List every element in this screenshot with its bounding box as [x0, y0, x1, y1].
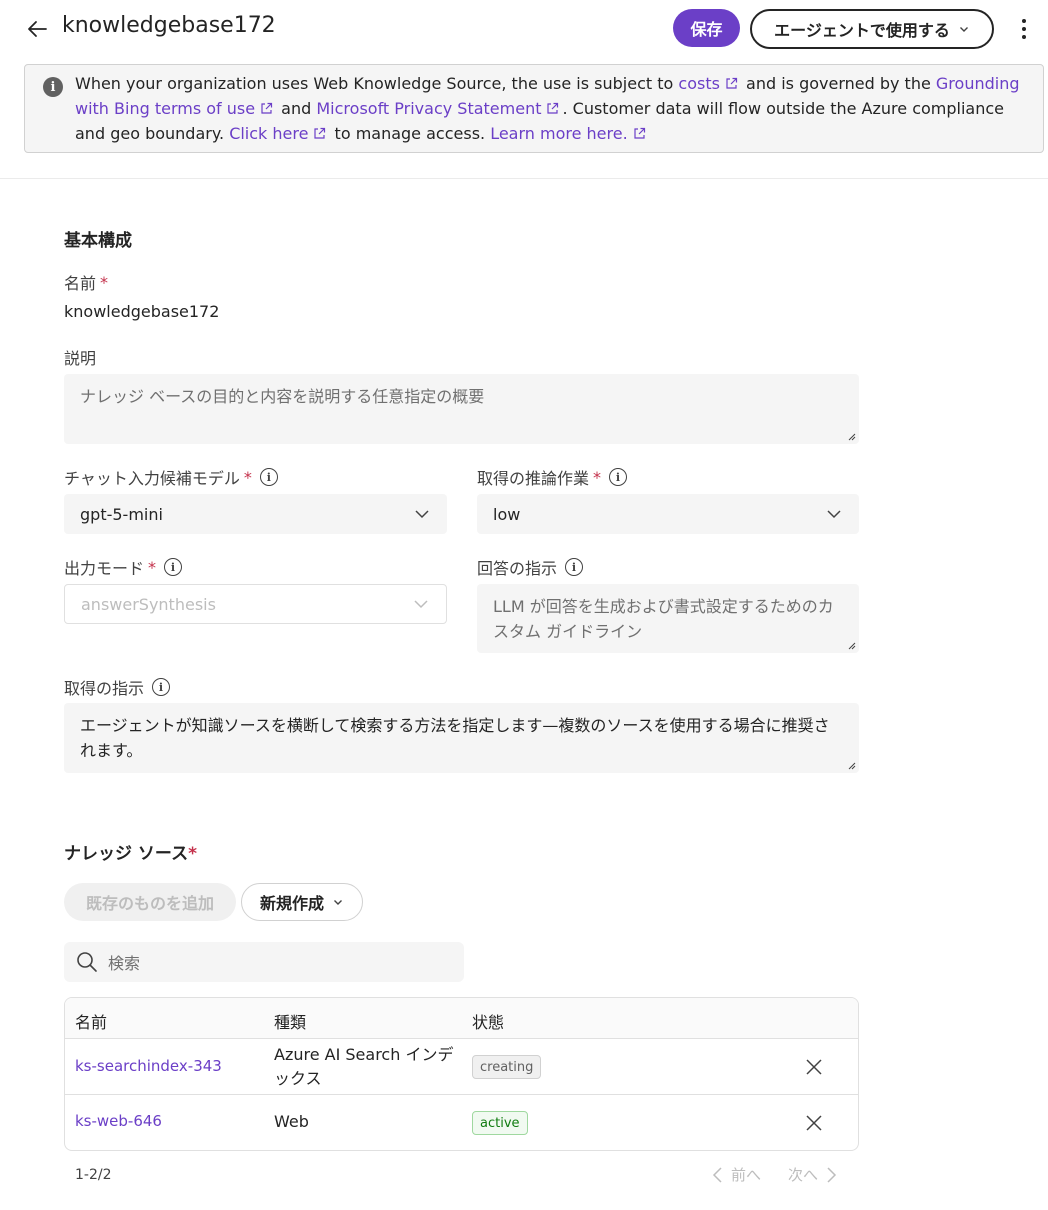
column-header-type[interactable]: 種類: [274, 1009, 306, 1033]
close-icon: [806, 1115, 822, 1131]
required-mark: *: [243, 467, 252, 487]
knowledge-sources-table: 名前 種類 状態 ks-searchindex-343 Azure AI Sea…: [64, 997, 859, 1151]
external-link-icon: [261, 102, 273, 114]
column-header-status[interactable]: 状態: [472, 1009, 504, 1033]
next-page-label: 次へ: [788, 1166, 819, 1184]
external-link-icon: [726, 77, 738, 89]
source-name-link[interactable]: ks-searchindex-343: [75, 1057, 222, 1075]
remove-source-button[interactable]: [803, 1112, 825, 1134]
reasoning-value: low: [493, 504, 521, 524]
status-badge: active: [472, 1111, 528, 1135]
required-mark: *: [100, 272, 109, 292]
source-name-link[interactable]: ks-web-646: [75, 1112, 162, 1130]
banner-message: When your organization uses Web Knowledg…: [75, 74, 1020, 143]
use-in-agent-label: エージェントで使用する: [774, 21, 950, 40]
output-mode-label: 出力モード * i: [64, 555, 183, 579]
table-row: ks-web-646 Web active: [65, 1095, 858, 1150]
status-badge: creating: [472, 1055, 542, 1079]
name-label: 名前 *: [64, 272, 109, 294]
prev-page-label: 前へ: [731, 1166, 762, 1184]
info-icon[interactable]: i: [152, 678, 171, 696]
click-here-link[interactable]: Click here: [229, 124, 308, 143]
required-mark: *: [148, 557, 157, 577]
more-vertical-icon: [1022, 19, 1026, 39]
resize-handle-icon[interactable]: [848, 762, 856, 770]
output-mode-select: answerSynthesis: [64, 584, 447, 624]
costs-link[interactable]: costs: [678, 74, 720, 93]
page-title: knowledgebase172: [62, 13, 276, 38]
external-link-icon: [547, 102, 559, 114]
retrieval-instructions-value: エージェントが知識ソースを横断して検索する方法を指定します—複数のソースを使用す…: [80, 716, 830, 760]
source-type: Azure AI Search インデックス: [274, 1045, 454, 1088]
create-new-label: 新規作成: [259, 894, 324, 913]
prev-page-button: 前へ: [711, 1164, 761, 1185]
search-placeholder: 検索: [108, 954, 141, 973]
chat-model-label: チャット入力候補モデル * i: [64, 465, 278, 489]
chevron-right-icon: [827, 1166, 837, 1183]
search-icon: [77, 952, 97, 972]
external-link-icon: [314, 127, 326, 139]
resize-handle-icon[interactable]: [848, 433, 856, 441]
chat-model-select[interactable]: gpt-5-mini: [64, 494, 447, 534]
chevron-down-icon: [827, 510, 841, 519]
description-textarea[interactable]: ナレッジ ベースの目的と内容を説明する任意指定の概要: [64, 374, 859, 444]
learn-more-link[interactable]: Learn more here.: [490, 124, 627, 143]
answer-instructions-label: 回答の指示 i: [477, 555, 584, 579]
source-type: Web: [274, 1112, 309, 1131]
chevron-down-icon: [414, 600, 428, 609]
retrieval-instructions-label: 取得の指示 i: [64, 675, 171, 699]
header-divider: [0, 178, 1048, 179]
close-icon: [806, 1059, 822, 1075]
external-link-icon: [634, 127, 645, 139]
save-button[interactable]: 保存: [673, 9, 740, 47]
description-label: 説明: [64, 349, 97, 368]
table-row: ks-searchindex-343 Azure AI Search インデック…: [65, 1039, 858, 1095]
info-icon[interactable]: i: [565, 558, 584, 576]
reasoning-label: 取得の推論作業 * i: [477, 465, 628, 489]
chevron-down-icon: [959, 27, 968, 32]
answer-instructions-placeholder: LLM が回答を生成および書式設定するためのカスタム ガイドライン: [493, 597, 834, 641]
retrieval-instructions-textarea[interactable]: エージェントが知識ソースを横断して検索する方法を指定します—複数のソースを使用す…: [64, 703, 859, 773]
chevron-down-icon: [415, 510, 429, 519]
chevron-down-icon: [334, 900, 342, 905]
info-icon[interactable]: i: [609, 468, 628, 486]
section-title-basic: 基本構成: [64, 231, 132, 251]
answer-instructions-textarea[interactable]: LLM が回答を生成および書式設定するためのカスタム ガイドライン: [477, 584, 859, 653]
privacy-statement-link[interactable]: Microsoft Privacy Statement: [316, 99, 541, 118]
description-placeholder: ナレッジ ベースの目的と内容を説明する任意指定の概要: [80, 387, 485, 406]
required-mark: *: [593, 467, 602, 487]
more-options-button[interactable]: [1012, 16, 1036, 42]
next-page-button: 次へ: [788, 1164, 838, 1185]
info-icon[interactable]: i: [259, 468, 278, 486]
required-mark: *: [188, 844, 197, 864]
table-header: 名前 種類 状態: [65, 998, 858, 1039]
output-mode-value: answerSynthesis: [81, 594, 216, 614]
info-icon[interactable]: i: [164, 558, 183, 576]
chat-model-value: gpt-5-mini: [80, 504, 163, 524]
name-value: knowledgebase172: [64, 302, 220, 321]
info-icon: i: [43, 77, 63, 97]
back-button[interactable]: [20, 14, 54, 44]
add-existing-button: 既存のものを追加: [64, 883, 236, 921]
use-in-agent-button[interactable]: エージェントで使用する: [750, 9, 994, 49]
section-title-knowledge-sources: ナレッジ ソース*: [64, 844, 197, 864]
chevron-left-icon: [712, 1166, 722, 1183]
remove-source-button[interactable]: [803, 1056, 825, 1078]
create-new-button[interactable]: 新規作成: [241, 883, 363, 921]
reasoning-select[interactable]: low: [477, 494, 859, 534]
resize-handle-icon[interactable]: [848, 642, 856, 650]
search-input[interactable]: 検索: [64, 942, 464, 982]
column-header-name[interactable]: 名前: [75, 1009, 107, 1033]
page-count: 1-2/2: [75, 1167, 112, 1183]
back-arrow-icon: [28, 21, 47, 37]
